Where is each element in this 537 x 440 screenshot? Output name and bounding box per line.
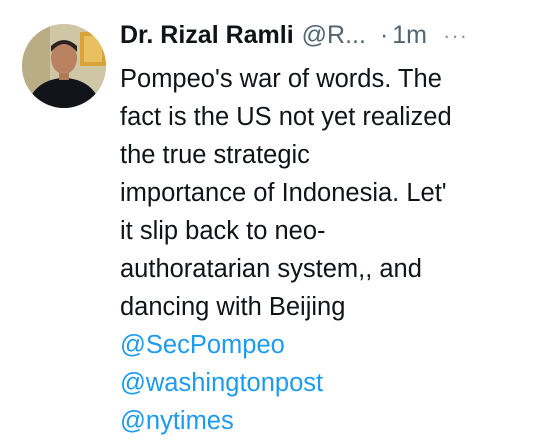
more-options-icon[interactable]: ··· [443, 17, 468, 55]
author-name[interactable]: Dr. Rizal Ramli [120, 16, 294, 54]
mention-nytimes[interactable]: @nytimes [120, 402, 527, 440]
tweet-text: Pompeo's war of words. The fact is the U… [120, 65, 452, 321]
tweet-header: Dr. Rizal Ramli @R... · 1m ··· [120, 16, 527, 54]
mentions-list: @SecPompeo @washingtonpost @nytimes [120, 326, 527, 440]
tweet-body: Dr. Rizal Ramli @R... · 1m ··· Pompeo's … [120, 16, 527, 440]
mention-secpompeo[interactable]: @SecPompeo [120, 326, 527, 364]
mention-washingtonpost[interactable]: @washingtonpost [120, 364, 527, 402]
tweet-card[interactable]: Dr. Rizal Ramli @R... · 1m ··· Pompeo's … [0, 0, 537, 435]
avatar[interactable] [22, 24, 106, 108]
timestamp[interactable]: 1m [392, 16, 427, 54]
profile-photo-icon [22, 24, 106, 108]
author-handle[interactable]: @R... [302, 16, 366, 54]
separator-dot: · [379, 21, 389, 49]
